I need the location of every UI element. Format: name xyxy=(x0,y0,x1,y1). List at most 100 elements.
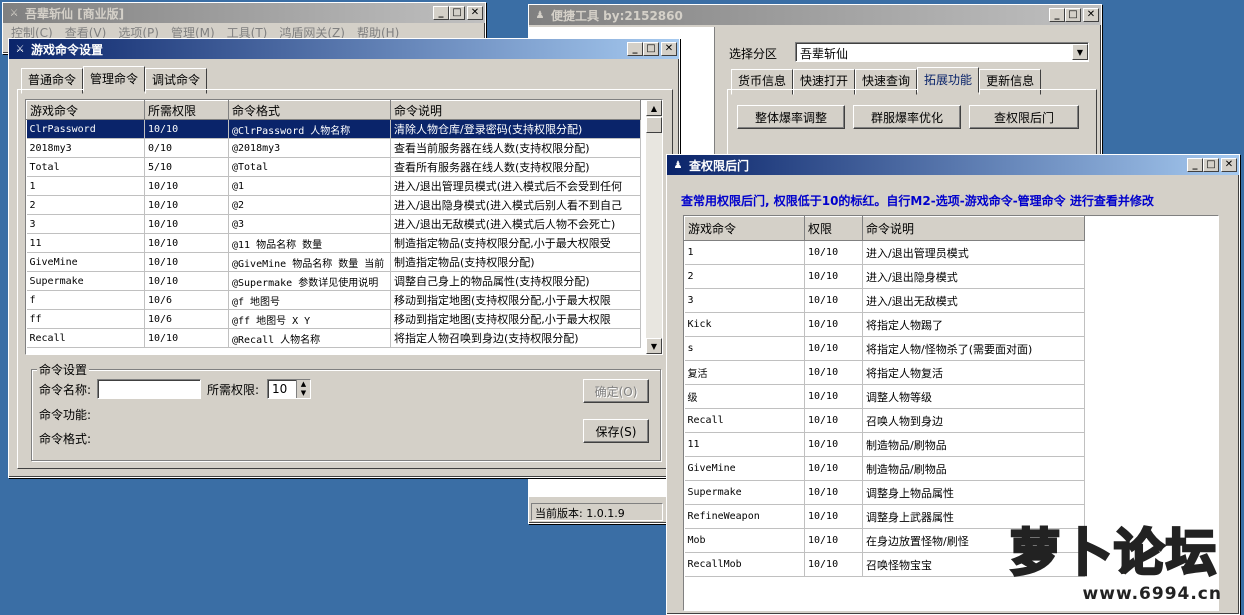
table-cell: 复活 xyxy=(684,360,805,385)
table-cell: @2 xyxy=(228,195,391,215)
tools-close-button[interactable]: ✕ xyxy=(1083,8,1099,22)
table-row[interactable]: 复活 10/10 将指定人物复活 xyxy=(684,360,1085,385)
table-row[interactable]: ClrPassword 10/10 @ClrPassword 人物名称 清除人物仓库/… xyxy=(26,119,641,139)
table-cell: 3 xyxy=(684,288,805,313)
command-function-label: 命令功能: xyxy=(39,408,92,422)
table-cell: Mob xyxy=(684,528,805,553)
zone-label: 选择分区 xyxy=(729,47,778,61)
table-row[interactable]: ff 10/6 @ff 地图号 X Y 移动到指定地图(支持权限分配,小于最大权限 xyxy=(26,309,641,329)
table-cell: 1 xyxy=(684,240,805,265)
table-cell: 2 xyxy=(26,195,145,215)
table-row[interactable]: Recall 10/10 @Recall 人物名称 将指定人物召唤到身边(支持权限分配… xyxy=(26,328,641,348)
table-row[interactable]: s 10/10 将指定人物/怪物杀了(需要面对面) xyxy=(684,336,1085,361)
table-cell: Kick xyxy=(684,312,805,337)
permission-stepper[interactable]: 10 ▲ ▼ xyxy=(267,379,311,399)
command-table-scrollbar[interactable]: ▲ ▼ xyxy=(646,100,662,354)
tools-window-titlebar[interactable]: ♟ 便捷工具 by:2152860 _ □ ✕ xyxy=(529,5,1101,25)
table-row[interactable]: Supermake 10/10 @Supermake 参数详见使用说明 调整自己身上的… xyxy=(26,271,641,291)
table-cell: @1 xyxy=(228,176,391,196)
tab-extensions[interactable]: 拓展功能 xyxy=(917,67,980,93)
table-cell: 将指定人物召唤到身边(支持权限分配) xyxy=(390,328,641,348)
table-cell: 10/10 xyxy=(144,176,229,196)
table-row[interactable]: 2 10/10 进入/退出隐身模式 xyxy=(684,264,1085,289)
table-cell: 移动到指定地图(支持权限分配,小于最大权限 xyxy=(390,290,641,310)
table-cell: 清除人物仓库/登录密码(支持权限分配) xyxy=(390,119,641,139)
forum-logo: 萝卜论坛 www.6994.cn xyxy=(1009,522,1232,610)
backdoor-maximize-button[interactable]: □ xyxy=(1203,158,1219,172)
maximize-button[interactable]: □ xyxy=(449,6,465,20)
table-row[interactable]: Total 5/10 @Total 查看所有服务器在线人数(支持权限分配) xyxy=(26,157,641,177)
check-backdoor-button[interactable]: 查权限后门 xyxy=(969,105,1079,129)
column-header[interactable]: 游戏命令 xyxy=(684,216,805,241)
minimize-button[interactable]: _ xyxy=(433,6,449,20)
column-header[interactable]: 所需权限 xyxy=(144,100,229,120)
table-cell: 10/10 xyxy=(804,360,863,385)
backdoor-close-button[interactable]: ✕ xyxy=(1221,158,1237,172)
table-cell: 进入/退出管理员模式 xyxy=(862,240,1085,265)
table-cell: Recall xyxy=(26,328,145,348)
table-cell: @GiveMine 物品名称 数量 当前 xyxy=(228,252,391,272)
settings-minimize-button[interactable]: _ xyxy=(627,42,643,56)
table-cell: @3 xyxy=(228,214,391,234)
table-cell: @ClrPassword 人物名称 xyxy=(228,119,391,139)
settings-maximize-button[interactable]: □ xyxy=(643,42,659,56)
table-row[interactable]: 11 10/10 制造物品/刷物品 xyxy=(684,432,1085,457)
table-cell: 10/10 xyxy=(804,480,863,505)
forum-logo-brand: 萝卜论坛 xyxy=(1009,523,1218,584)
scroll-thumb[interactable] xyxy=(646,117,662,133)
table-cell: 10/10 xyxy=(804,432,863,457)
confirm-button[interactable]: 确定(O) xyxy=(583,379,649,403)
main-window-titlebar[interactable]: ⚔ 吾辈斩仙 [商业版] _ □ ✕ xyxy=(3,3,485,23)
backdoor-window-titlebar[interactable]: ♟ 查权限后门 _ □ ✕ xyxy=(667,155,1239,175)
table-cell: RecallMob xyxy=(684,552,805,577)
stepper-arrows-icon[interactable]: ▲ ▼ xyxy=(296,380,310,398)
table-cell: 10/10 xyxy=(144,119,229,139)
table-row[interactable]: Kick 10/10 将指定人物踢了 xyxy=(684,312,1085,337)
tab-admin-commands[interactable]: 管理命令 xyxy=(83,66,146,92)
table-cell: @Supermake 参数详见使用说明 xyxy=(228,271,391,291)
table-row[interactable]: 2018my3 0/10 @2018my3 查看当前服务器在线人数(支持权限分配) xyxy=(26,138,641,158)
tools-app-icon: ♟ xyxy=(535,9,545,21)
table-row[interactable]: GiveMine 10/10 制造物品/刷物品 xyxy=(684,456,1085,481)
group-droprate-button[interactable]: 群服爆率优化 xyxy=(853,105,961,129)
table-cell: 5/10 xyxy=(144,157,229,177)
scroll-up-icon[interactable]: ▲ xyxy=(646,100,662,116)
permission-label: 所需权限: xyxy=(207,383,260,397)
table-row[interactable]: 2 10/10 @2 进入/退出隐身模式(进入模式后别人看不到自己 xyxy=(26,195,641,215)
backdoor-minimize-button[interactable]: _ xyxy=(1187,158,1203,172)
column-header[interactable]: 命令说明 xyxy=(862,216,1085,241)
table-cell: 将指定人物复活 xyxy=(862,360,1085,385)
settings-window-titlebar[interactable]: ⚔ 游戏命令设置 _ □ ✕ xyxy=(9,39,679,59)
table-row[interactable]: Supermake 10/10 调整身上物品属性 xyxy=(684,480,1085,505)
table-row[interactable]: 1 10/10 @1 进入/退出管理员模式(进入模式后不会受到任何 xyxy=(26,176,641,196)
zone-select[interactable]: 吾辈斩仙 ▼ xyxy=(795,42,1089,62)
table-row[interactable]: 3 10/10 进入/退出无敌模式 xyxy=(684,288,1085,313)
table-row[interactable]: 11 10/10 @11 物品名称 数量 制造指定物品(支持权限分配,小于最大权限受 xyxy=(26,233,641,253)
column-header[interactable]: 命令格式 xyxy=(228,100,391,120)
table-row[interactable]: Recall 10/10 召唤人物到身边 xyxy=(684,408,1085,433)
column-header[interactable]: 权限 xyxy=(804,216,863,241)
table-cell: 调整人物等级 xyxy=(862,384,1085,409)
settings-close-button[interactable]: ✕ xyxy=(661,42,677,56)
overall-droprate-button[interactable]: 整体爆率调整 xyxy=(737,105,845,129)
table-row[interactable]: 级 10/10 调整人物等级 xyxy=(684,384,1085,409)
table-cell: 10/10 xyxy=(804,408,863,433)
save-button[interactable]: 保存(S) xyxy=(583,419,649,443)
column-header[interactable]: 命令说明 xyxy=(390,100,641,120)
table-row[interactable]: f 10/6 @f 地图号 移动到指定地图(支持权限分配,小于最大权限 xyxy=(26,290,641,310)
table-cell: 查看所有服务器在线人数(支持权限分配) xyxy=(390,157,641,177)
table-cell: 10/6 xyxy=(144,309,229,329)
table-cell: 进入/退出管理员模式(进入模式后不会受到任何 xyxy=(390,176,641,196)
table-row[interactable]: GiveMine 10/10 @GiveMine 物品名称 数量 当前 制造指定物品(… xyxy=(26,252,641,272)
column-header[interactable]: 游戏命令 xyxy=(26,100,145,120)
table-row[interactable]: 3 10/10 @3 进入/退出无敌模式(进入模式后人物不会死亡) xyxy=(26,214,641,234)
table-row[interactable]: 1 10/10 进入/退出管理员模式 xyxy=(684,240,1085,265)
close-button[interactable]: ✕ xyxy=(467,6,483,20)
tools-maximize-button[interactable]: □ xyxy=(1065,8,1081,22)
chevron-down-icon[interactable]: ▼ xyxy=(1072,44,1088,60)
table-cell: @ff 地图号 X Y xyxy=(228,309,391,329)
tools-minimize-button[interactable]: _ xyxy=(1049,8,1065,22)
command-name-input[interactable] xyxy=(97,379,201,399)
main-window-title: 吾辈斩仙 [商业版] xyxy=(25,6,125,21)
scroll-down-icon[interactable]: ▼ xyxy=(646,338,662,354)
